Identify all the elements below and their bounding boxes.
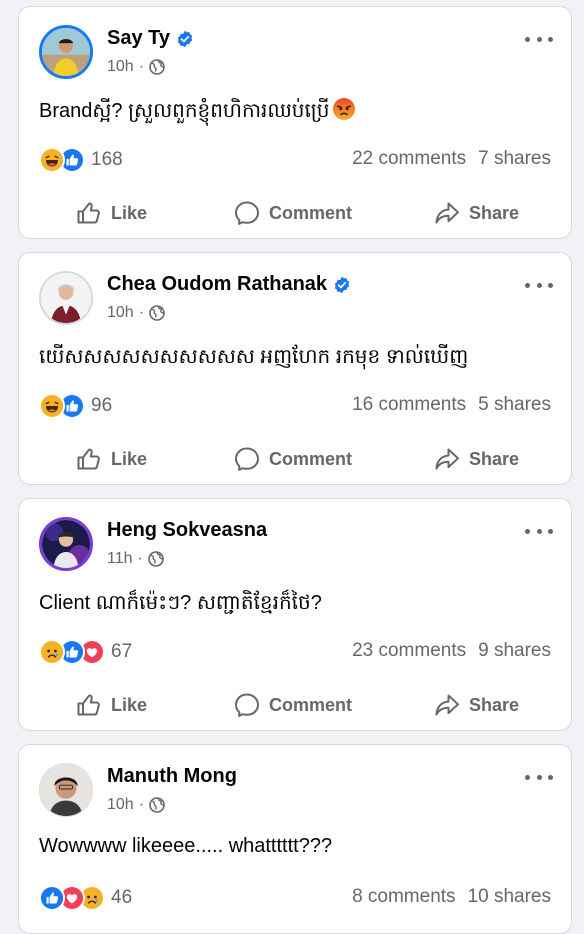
reaction-count: 168 [91,149,123,170]
share-button[interactable]: Share [433,193,519,233]
post-card: Say Ty 10h · Brandស្អី? ស្រួលពួកខ្ញុំពហិ… [18,6,572,239]
post-stats: 168 22 comments 7 shares [39,147,551,173]
thumbs-up-icon [75,691,103,719]
post-time[interactable]: 11h [107,550,133,568]
globe-icon [148,551,164,567]
like-button[interactable]: Like [75,193,147,233]
comments-count[interactable]: 8 comments [352,886,455,907]
comments-count[interactable]: 22 comments [352,148,466,169]
shares-count[interactable]: 5 shares [478,394,551,415]
comments-count[interactable]: 16 comments [352,394,466,415]
author-name[interactable]: Chea Oudom Rathanak [107,273,327,296]
separator-dot: · [138,58,145,75]
comment-bubble-icon [233,445,261,473]
reaction-count: 67 [111,641,133,662]
post-card: Heng Sokveasna 11h · Client ណាក៏ម៉េះៗ? ស… [18,498,572,731]
share-label: Share [469,202,520,223]
more-options-button[interactable] [525,523,553,539]
separator-dot: · [138,304,145,321]
like-label: Like [111,202,148,223]
post-time[interactable]: 10h [107,304,134,322]
share-arrow-icon [433,691,461,719]
like-button[interactable]: Like [75,439,147,479]
share-button[interactable]: Share [433,685,519,725]
more-options-button[interactable] [525,769,553,785]
news-feed: Say Ty 10h · Brandស្អី? ស្រួលពួកខ្ញុំពហិ… [0,0,584,934]
avatar[interactable] [39,763,93,817]
verified-badge-icon [176,30,194,48]
comment-label: Comment [269,448,353,469]
share-arrow-icon [433,199,461,227]
more-options-button[interactable] [525,277,553,293]
author-name[interactable]: Manuth Mong [107,765,237,788]
post-stats: 67 23 comments 9 shares [39,639,551,665]
like-button[interactable]: Like [75,685,147,725]
post-stats: 46 8 comments 10 shares [39,885,551,911]
shares-count[interactable]: 7 shares [478,148,551,169]
globe-icon [149,797,165,813]
post-card: Chea Oudom Rathanak 10h · យើសសសសសសសសសស អ… [18,252,572,485]
post-time[interactable]: 10h [107,58,134,76]
angry-face-icon [333,98,356,120]
comment-button[interactable]: Comment [233,193,352,233]
more-options-button[interactable] [525,31,553,47]
haha-reaction-icon [39,393,65,419]
thumbs-up-icon [75,445,103,473]
post-header: Heng Sokveasna 11h · [19,499,571,579]
share-label: Share [469,448,520,469]
globe-icon [149,59,165,75]
separator-dot: · [137,550,143,567]
author-name[interactable]: Say Ty [107,27,170,50]
avatar[interactable] [39,25,93,79]
like-label: Like [111,448,148,469]
comment-button[interactable]: Comment [233,439,352,479]
reactions-summary[interactable]: 96 [39,393,112,419]
post-actions: Like Comment Share [19,193,571,233]
reactions-summary[interactable]: 46 [39,885,132,911]
comment-label: Comment [269,202,353,223]
like-reaction-icon [39,885,65,911]
like-label: Like [111,694,148,715]
share-button[interactable]: Share [433,439,519,479]
avatar[interactable] [39,517,93,571]
post-actions: Like Comment Share [19,685,571,725]
haha-reaction-icon [39,147,65,173]
sad-reaction-icon [39,639,65,665]
shares-count[interactable]: 10 shares [468,886,551,907]
post-actions: Like Comment Share [19,439,571,479]
author-name[interactable]: Heng Sokveasna [107,519,267,542]
comment-bubble-icon [233,691,261,719]
share-label: Share [469,694,520,715]
post-text: យើសសសសសសសសសស អញហែក រកមុខ ទាល់ឃើញ [39,346,469,368]
reaction-count: 96 [91,395,113,416]
comment-label: Comment [269,694,353,715]
comments-count[interactable]: 23 comments [352,640,466,661]
verified-badge-icon [333,276,351,294]
shares-count[interactable]: 9 shares [478,640,551,661]
globe-icon [149,305,165,321]
post-header: Say Ty 10h · [19,7,571,87]
thumbs-up-icon [75,199,103,227]
post-text: Client ណាក៏ម៉េះៗ? សញ្ជាតិខ្មែរក៏ថៃ? [39,592,322,614]
post-header: Chea Oudom Rathanak 10h · [19,253,571,333]
post-header: Manuth Mong 10h · [19,745,571,825]
reaction-count: 46 [111,887,133,908]
share-arrow-icon [433,445,461,473]
post-text: Wowwww likeeee..... whatttttt??? [39,835,333,857]
post-text-content: Brandស្អី? ស្រួលពួកខ្ញុំពហិការឈប់ប្រើ [39,100,330,122]
post-text: Brandស្អី? ស្រួលពួកខ្ញុំពហិការឈប់ប្រើ [39,97,551,127]
comment-button[interactable]: Comment [233,685,352,725]
reactions-summary[interactable]: 67 [39,639,132,665]
separator-dot: · [138,796,145,813]
avatar[interactable] [39,271,93,325]
post-card: Manuth Mong 10h · Wowwww likeeee..... wh… [18,744,572,934]
comment-bubble-icon [233,199,261,227]
reactions-summary[interactable]: 168 [39,147,123,173]
post-stats: 96 16 comments 5 shares [39,393,551,419]
post-time[interactable]: 10h [107,796,134,814]
